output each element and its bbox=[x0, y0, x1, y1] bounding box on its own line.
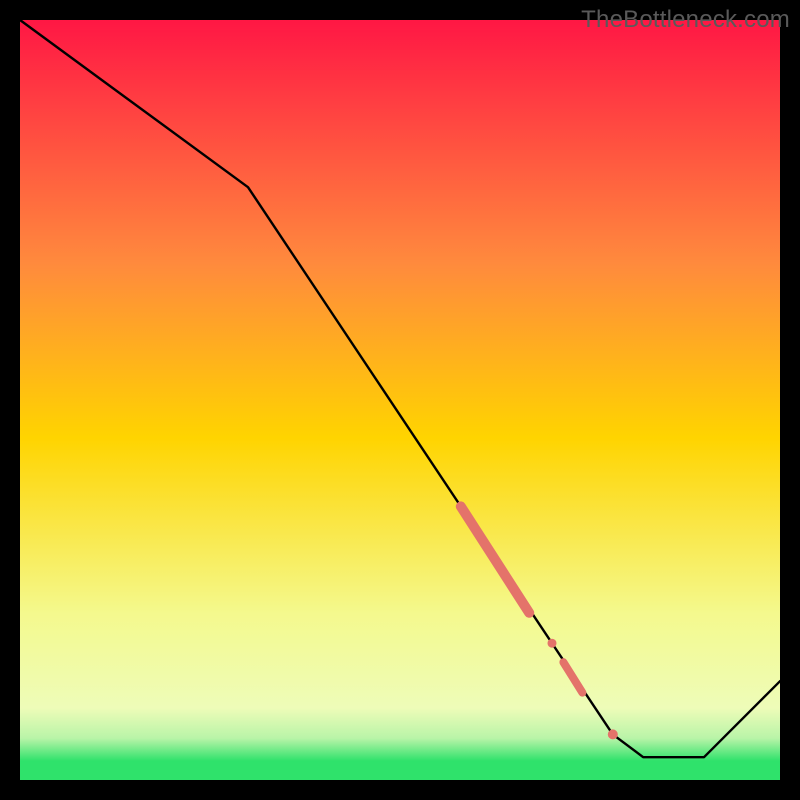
watermark-text: TheBottleneck.com bbox=[581, 6, 790, 34]
chart-background bbox=[20, 20, 780, 780]
highlight-dot-3 bbox=[608, 729, 618, 739]
chart-stage: TheBottleneck.com bbox=[0, 0, 800, 800]
bottleneck-chart bbox=[0, 0, 800, 800]
highlight-dot-1 bbox=[548, 639, 557, 648]
